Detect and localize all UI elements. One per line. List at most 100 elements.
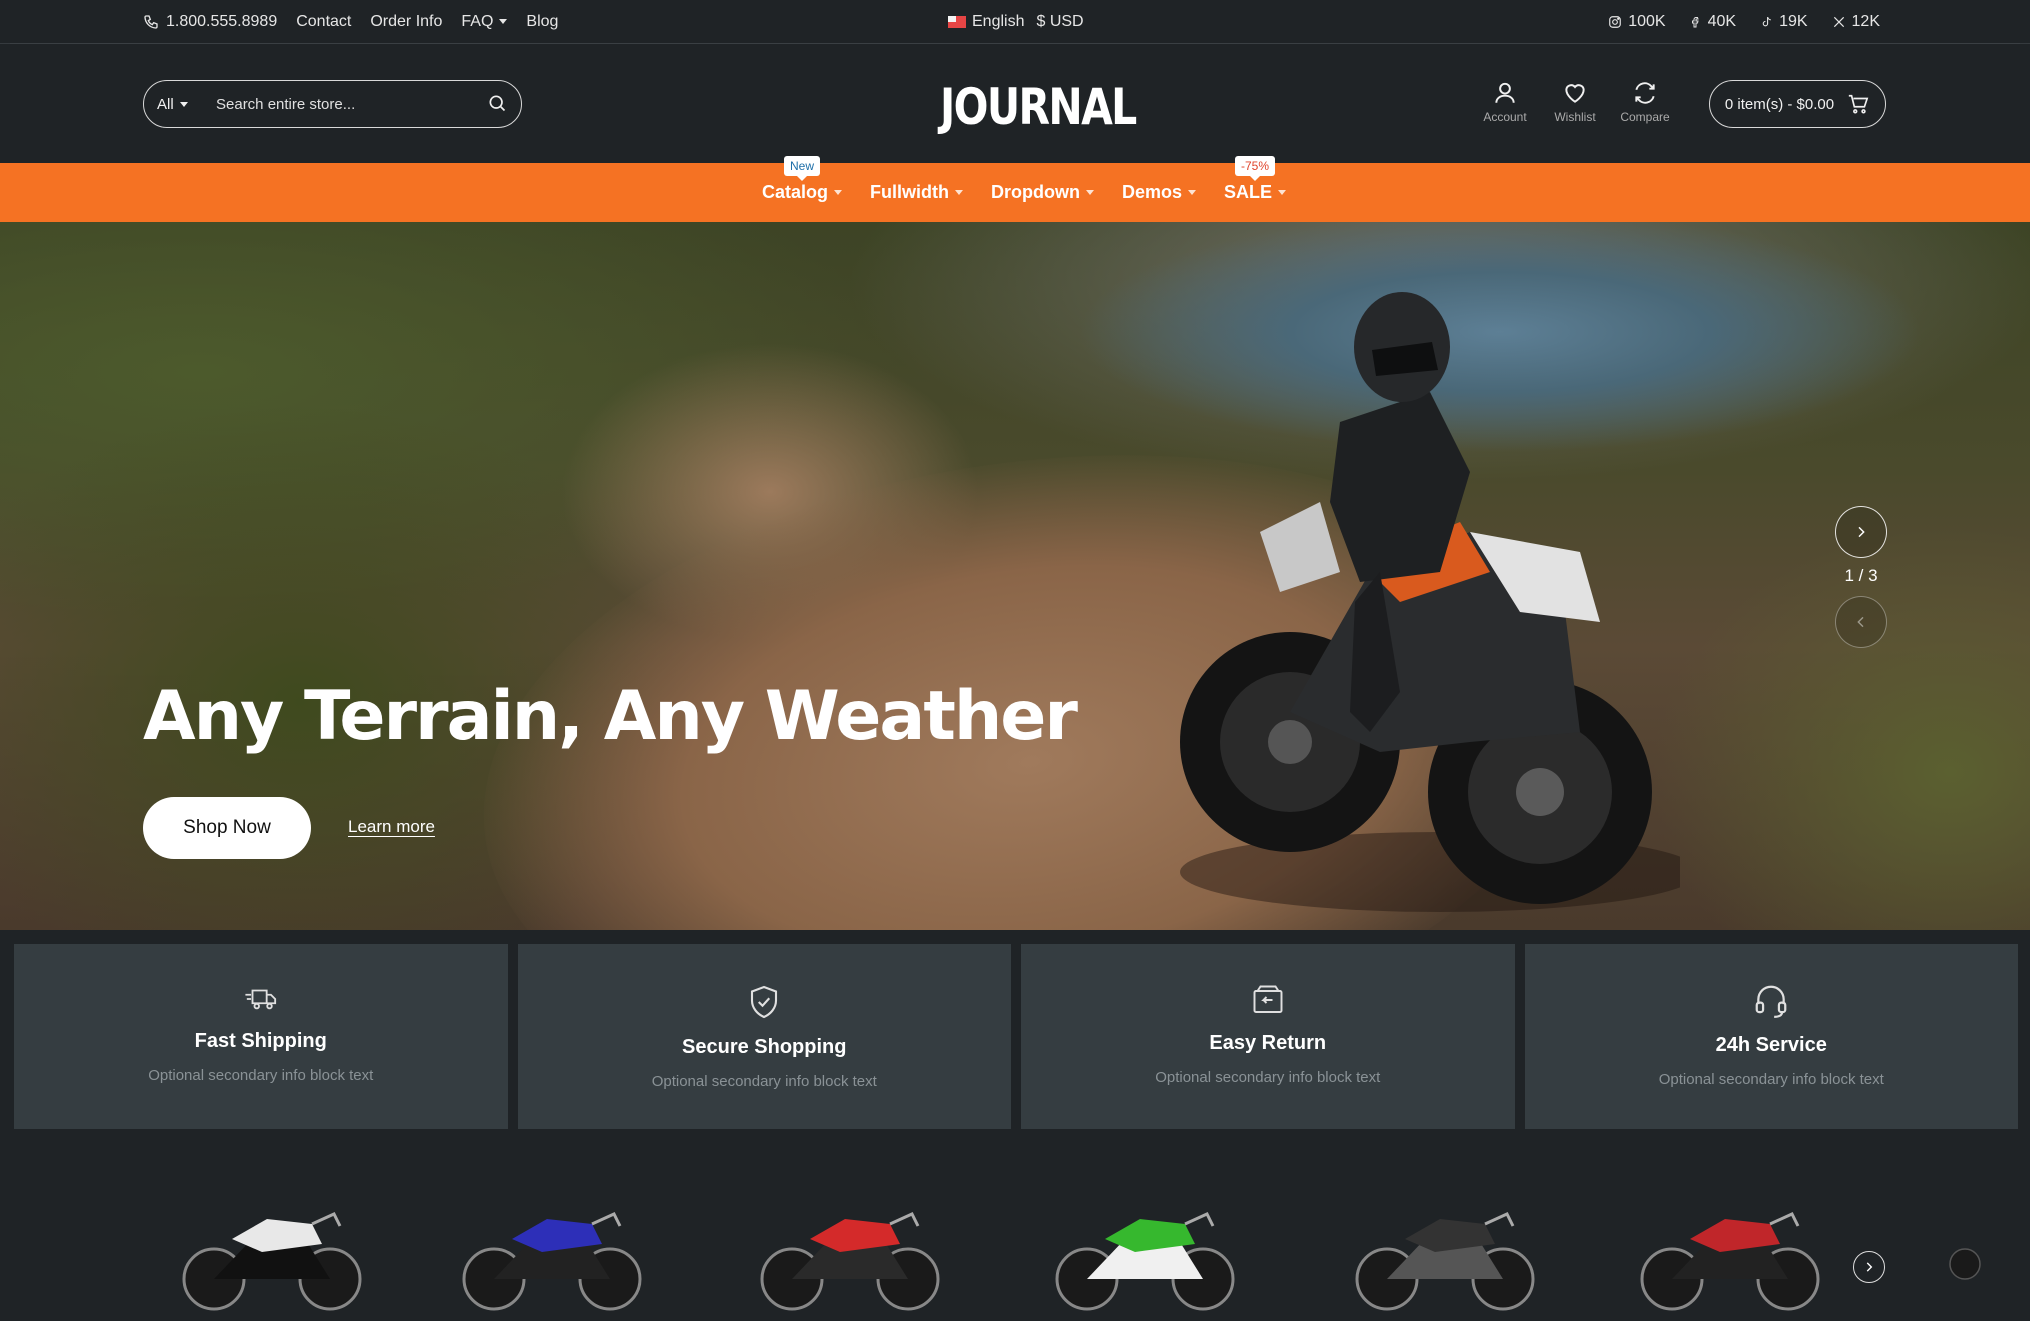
main-nav: New Catalog Fullwidth Dropdown Demos -75… (0, 156, 2030, 222)
nav-item-label: Dropdown (991, 182, 1080, 202)
blog-link[interactable]: Blog (526, 13, 558, 31)
cart-label: 0 item(s) - $0.00 (1724, 95, 1835, 113)
tiktok-link[interactable]: 19K (1760, 13, 1808, 31)
feature-title: Fast Shipping (194, 1030, 327, 1052)
feature-subtitle: Optional secondary info block text (148, 1067, 374, 1084)
new-badge: New (783, 156, 821, 181)
chevron-down-icon (499, 19, 508, 25)
nav-item-catalog[interactable]: New Catalog (762, 156, 843, 203)
instagram-icon (1609, 16, 1622, 28)
chevron-right-icon (1858, 526, 1865, 538)
carousel-next-button[interactable] (1853, 1251, 1885, 1283)
search-input[interactable] (202, 95, 472, 113)
language-selector[interactable]: English (948, 13, 1024, 31)
search-bar: All (143, 80, 522, 128)
nav-item-label: Demos (1121, 182, 1183, 202)
learn-more-link[interactable]: Learn more (348, 817, 435, 837)
search-button[interactable] (487, 93, 507, 118)
facebook-link[interactable]: 40K (1690, 13, 1736, 31)
top-bar-links: 1.800.555.8989 Contact Order Info FAQ Bl… (143, 0, 558, 44)
locale-selectors: English $ USD (948, 0, 1084, 44)
heart-icon (1565, 84, 1585, 103)
flag-icon (948, 15, 966, 28)
sale-badge: -75% (1235, 156, 1276, 181)
site-logo[interactable]: JOURNAL (940, 78, 1137, 136)
instagram-link[interactable]: 100K (1608, 13, 1666, 31)
feature-title: Easy Return (1209, 1032, 1327, 1054)
currency-selector[interactable]: $ USD (1036, 13, 1083, 31)
search-category-select[interactable]: All (144, 96, 202, 113)
wishlist-link[interactable]: Wishlist (1550, 80, 1600, 124)
phone-icon (144, 15, 158, 29)
product-thumbnail[interactable] (172, 1184, 372, 1314)
feature-title: 24h Service (1715, 1034, 1827, 1056)
tiktok-count: 19K (1779, 13, 1808, 30)
compare-label: Compare (1620, 110, 1670, 124)
feature-title: Secure Shopping (682, 1036, 847, 1058)
feature-fast-shipping: Fast Shipping Optional secondary info bl… (14, 944, 508, 1129)
phone-link[interactable]: 1.800.555.8989 (143, 13, 277, 31)
order-info-link[interactable]: Order Info (370, 13, 442, 31)
x-count: 12K (1851, 13, 1880, 30)
chevron-right-icon (1866, 1262, 1873, 1272)
shield-check-icon (751, 985, 778, 1019)
feature-subtitle: Optional secondary info block text (1658, 1071, 1884, 1088)
chevron-down-icon (955, 190, 963, 195)
product-thumbnail[interactable] (1345, 1184, 1545, 1314)
account-label: Account (1483, 110, 1527, 124)
nav-item-fullwidth[interactable]: Fullwidth (870, 182, 963, 203)
product-thumbnail[interactable] (1930, 1184, 2030, 1314)
compare-link[interactable]: Compare (1620, 80, 1670, 124)
search-icon (489, 95, 506, 112)
feature-subtitle: Optional secondary info block text (651, 1073, 877, 1090)
product-thumbnail[interactable] (452, 1184, 652, 1314)
account-link[interactable]: Account (1480, 80, 1530, 124)
truck-icon (245, 989, 276, 1010)
hero-title: Any Terrain, Any Weather (143, 677, 1078, 756)
headset-icon (1755, 985, 1787, 1018)
nav-item-sale[interactable]: -75% SALE (1224, 156, 1287, 203)
product-carousel (0, 1129, 2030, 1321)
nav-item-dropdown[interactable]: Dropdown (991, 182, 1094, 203)
shop-now-button[interactable]: Shop Now (143, 797, 311, 859)
chevron-down-icon (834, 190, 843, 195)
faq-dropdown[interactable]: FAQ (461, 13, 508, 31)
instagram-count: 100K (1628, 13, 1666, 30)
wishlist-label: Wishlist (1554, 110, 1596, 124)
facebook-icon (1691, 17, 1699, 28)
contact-link[interactable]: Contact (296, 13, 351, 31)
language-label: English (972, 13, 1025, 30)
chevron-left-icon (1857, 616, 1864, 628)
search-category-label: All (157, 95, 174, 113)
product-thumbnail[interactable] (1045, 1184, 1245, 1314)
feature-secure-shopping: Secure Shopping Optional secondary info … (517, 944, 1011, 1129)
slider-next-button[interactable] (1835, 506, 1887, 558)
x-link[interactable]: 12K (1832, 13, 1880, 31)
feature-blocks: Fast Shipping Optional secondary info bl… (14, 944, 2018, 1129)
top-bar: 1.800.555.8989 Contact Order Info FAQ Bl… (0, 0, 2030, 44)
chevron-down-icon (1085, 190, 1094, 195)
slide-counter: 1 / 3 (1844, 566, 1878, 585)
compare-icon (1635, 82, 1655, 104)
cart-button[interactable]: 0 item(s) - $0.00 (1709, 80, 1886, 128)
site-header: All JOURNAL Account Wishlist Compare 0 i… (0, 44, 2030, 163)
feature-24h-service: 24h Service Optional secondary info bloc… (1524, 944, 2018, 1129)
chevron-down-icon (1278, 190, 1287, 195)
motorcycle-rider-image (1180, 292, 1680, 912)
facebook-count: 40K (1707, 13, 1737, 30)
return-box-icon (1253, 985, 1283, 1013)
product-thumbnail[interactable] (750, 1184, 950, 1314)
phone-number: 1.800.555.8989 (166, 13, 278, 30)
chevron-down-icon (179, 102, 188, 108)
product-thumbnail[interactable] (1630, 1184, 1830, 1314)
nav-item-demos[interactable]: Demos (1121, 182, 1197, 203)
tiktok-icon (1762, 16, 1771, 27)
hero-slider: Any Terrain, Any Weather Shop Now Learn … (0, 222, 2030, 930)
nav-menu: New Catalog Fullwidth Dropdown Demos -75… (762, 156, 1287, 222)
nav-item-label: Fullwidth (870, 182, 949, 202)
nav-item-label: Catalog (762, 182, 829, 202)
user-icon (1495, 82, 1515, 103)
feature-easy-return: Easy Return Optional secondary info bloc… (1021, 944, 1515, 1129)
feature-subtitle: Optional secondary info block text (1155, 1069, 1381, 1086)
slider-prev-button[interactable] (1835, 596, 1887, 648)
